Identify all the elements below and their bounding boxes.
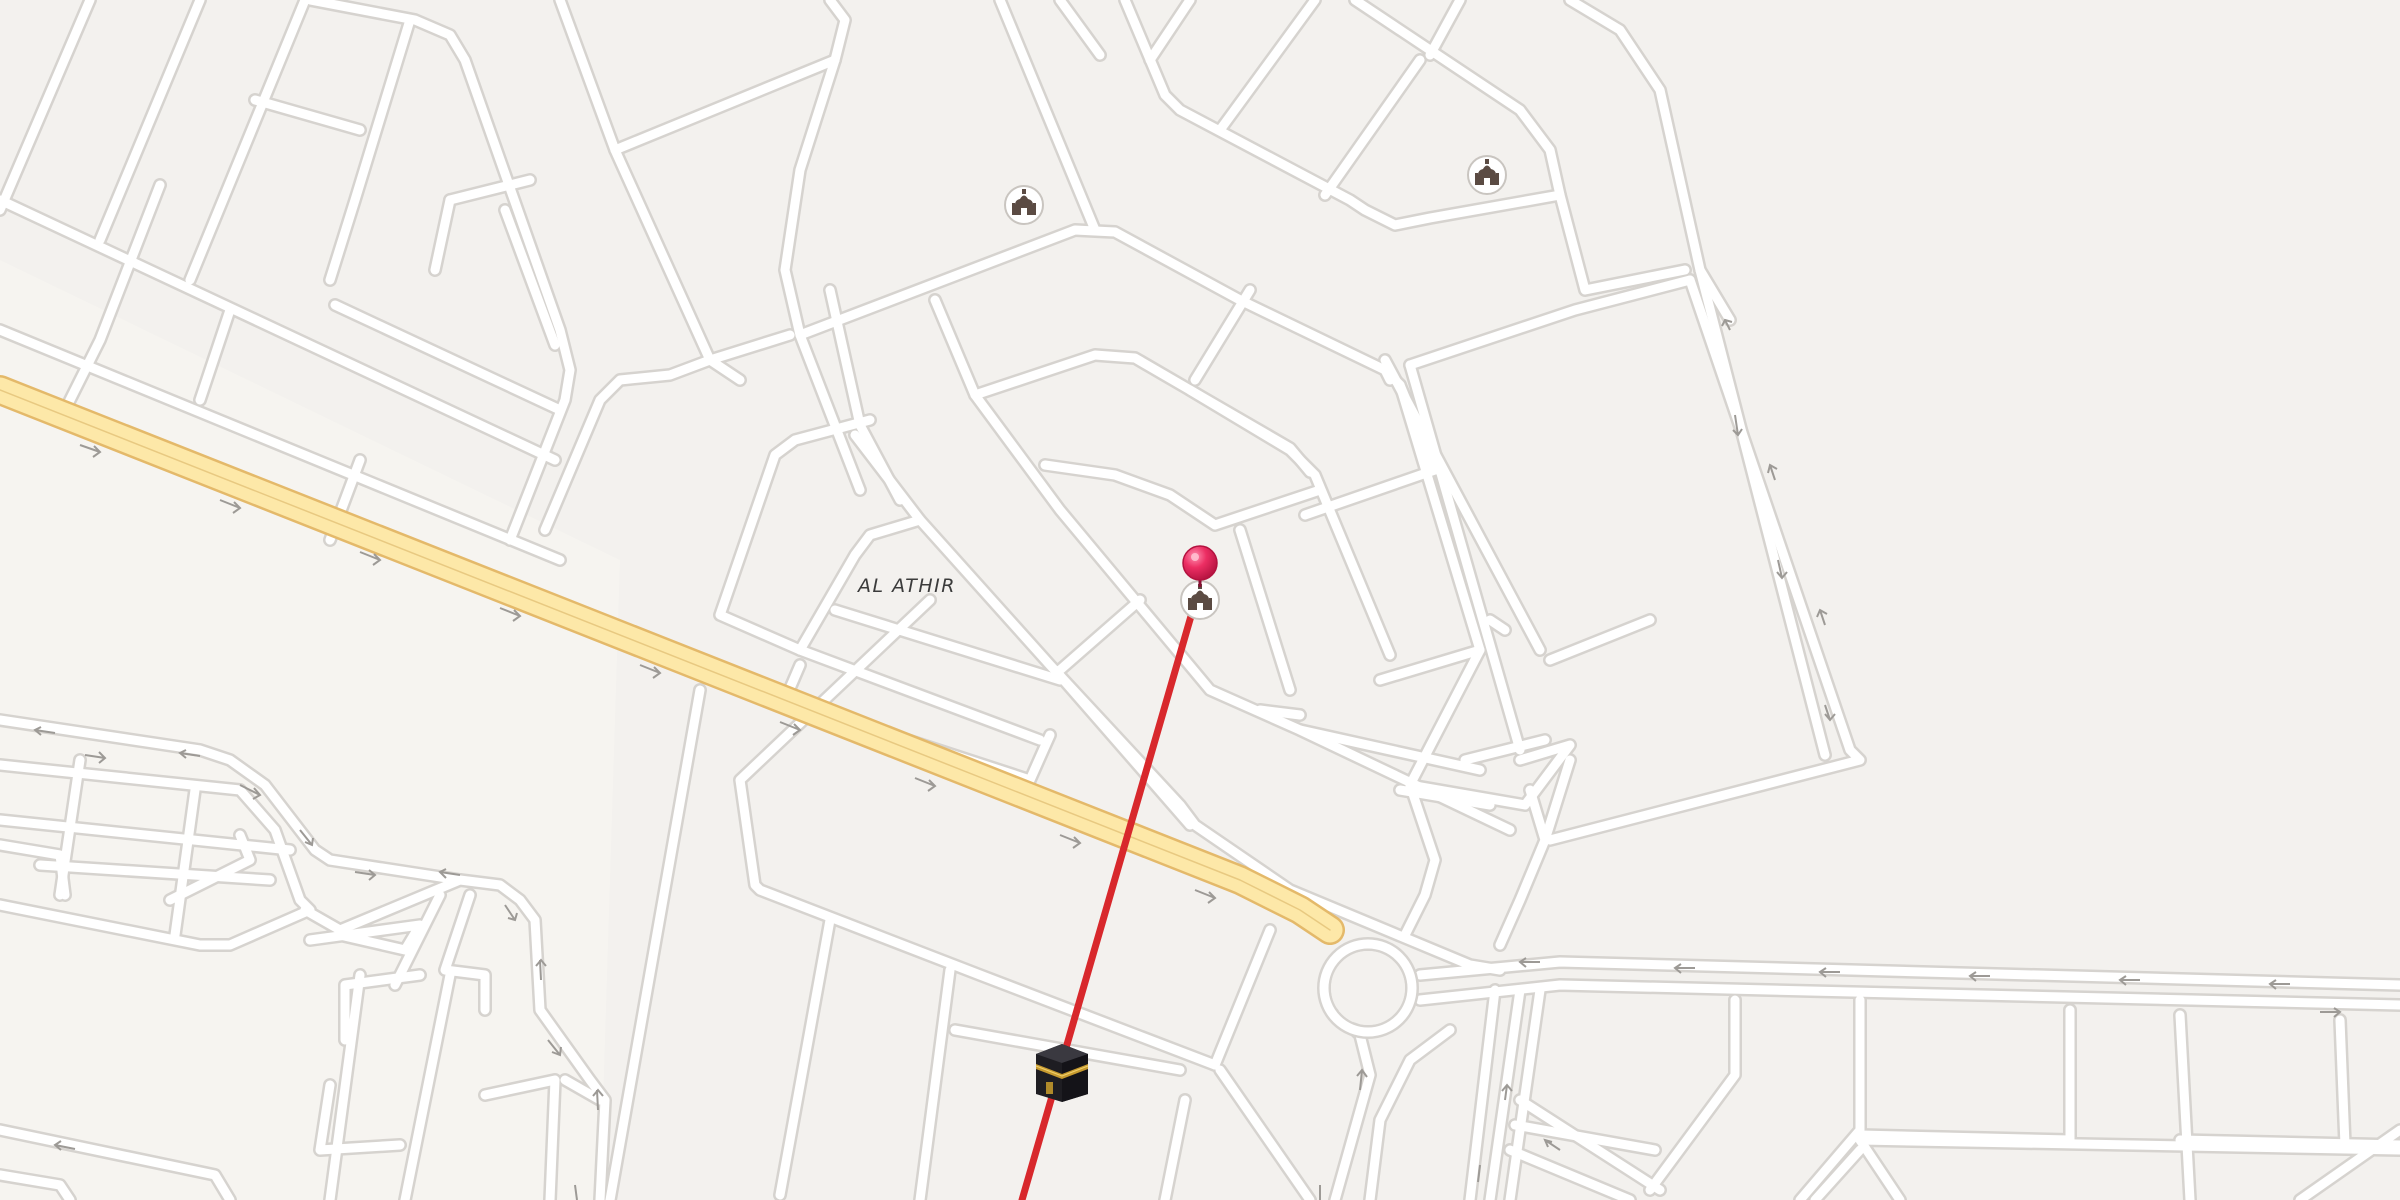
mosque-poi-1[interactable] <box>1004 185 1044 225</box>
map-canvas[interactable] <box>0 0 2400 1200</box>
district-label: AL ATHIR <box>858 575 956 597</box>
mosque-poi-2[interactable] <box>1467 155 1507 195</box>
mosque-icon <box>1467 155 1507 195</box>
qibla-marker[interactable] <box>1035 1044 1089 1102</box>
mosque-icon <box>1004 185 1044 225</box>
roundabout <box>1317 937 1419 1039</box>
kaaba-icon <box>1035 1044 1089 1102</box>
